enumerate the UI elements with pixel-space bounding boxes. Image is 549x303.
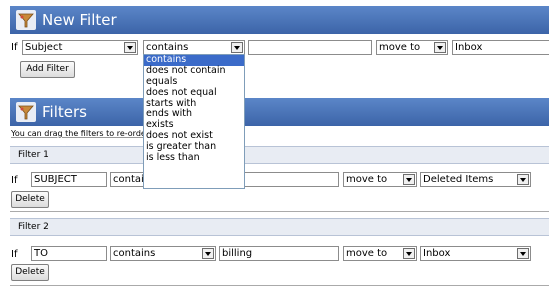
new-filter-folder-value: Inbox <box>455 42 483 53</box>
filter-2-folder-select[interactable]: Inbox <box>420 246 531 261</box>
filter-1-delete-button[interactable]: Delete <box>11 191 49 208</box>
filter-1-field-input[interactable]: SUBJECT <box>31 172 107 187</box>
new-filter-text-input[interactable] <box>248 40 372 55</box>
new-filter-title: New Filter <box>42 11 117 29</box>
new-filter-folder-select[interactable]: Inbox <box>452 40 549 55</box>
chevron-down-icon[interactable] <box>202 248 214 259</box>
filter-divider <box>10 285 549 286</box>
chevron-down-icon[interactable] <box>517 174 529 185</box>
new-filter-field-select[interactable]: Subject <box>22 40 138 55</box>
chevron-down-icon[interactable] <box>403 174 415 185</box>
new-filter-action-value: move to <box>379 42 421 53</box>
filter-2-delete-button[interactable]: Delete <box>11 264 49 281</box>
dropdown-option[interactable]: does not equal <box>144 87 244 99</box>
new-filter-operator-value: contains <box>146 42 189 53</box>
filter-divider <box>10 211 549 212</box>
if-label: If <box>11 42 18 53</box>
filter-1-action-select[interactable]: move to <box>343 172 417 187</box>
chevron-down-icon[interactable] <box>517 248 529 259</box>
filter-2-operator-select[interactable]: contains <box>110 246 216 261</box>
chevron-down-icon[interactable] <box>124 42 136 53</box>
operator-dropdown-list[interactable]: contains does not contain equals does not e… <box>143 54 245 189</box>
if-label: If <box>11 175 18 186</box>
drag-hint: You can drag the filters to re-order <box>11 129 150 138</box>
filter-1-header: Filter 1 <box>10 146 549 164</box>
add-filter-button[interactable]: Add Filter <box>20 61 75 78</box>
new-filter-operator-select[interactable]: contains <box>143 40 245 55</box>
filter-2-action-select[interactable]: move to <box>343 246 417 261</box>
filter-funnel-icon <box>16 102 36 122</box>
chevron-down-icon[interactable] <box>434 42 446 53</box>
chevron-down-icon[interactable] <box>231 42 243 53</box>
filter-2-field-input[interactable]: TO <box>31 246 107 261</box>
dropdown-option[interactable]: is less than <box>144 152 244 164</box>
new-filter-field-value: Subject <box>25 42 63 53</box>
filters-title: Filters <box>42 103 87 121</box>
filter-2-text-input[interactable]: billing <box>219 246 339 261</box>
new-filter-action-select[interactable]: move to <box>376 40 448 55</box>
chevron-down-icon[interactable] <box>403 248 415 259</box>
filter-2-operator-value: contains <box>113 248 156 259</box>
filter-funnel-icon <box>16 10 36 30</box>
filter-2-header: Filter 2 <box>10 218 549 236</box>
filter-1-folder-select[interactable]: Deleted Items <box>420 172 531 187</box>
filters-header: Filters <box>10 98 549 126</box>
if-label: If <box>11 249 18 260</box>
new-filter-header: New Filter <box>10 6 549 34</box>
